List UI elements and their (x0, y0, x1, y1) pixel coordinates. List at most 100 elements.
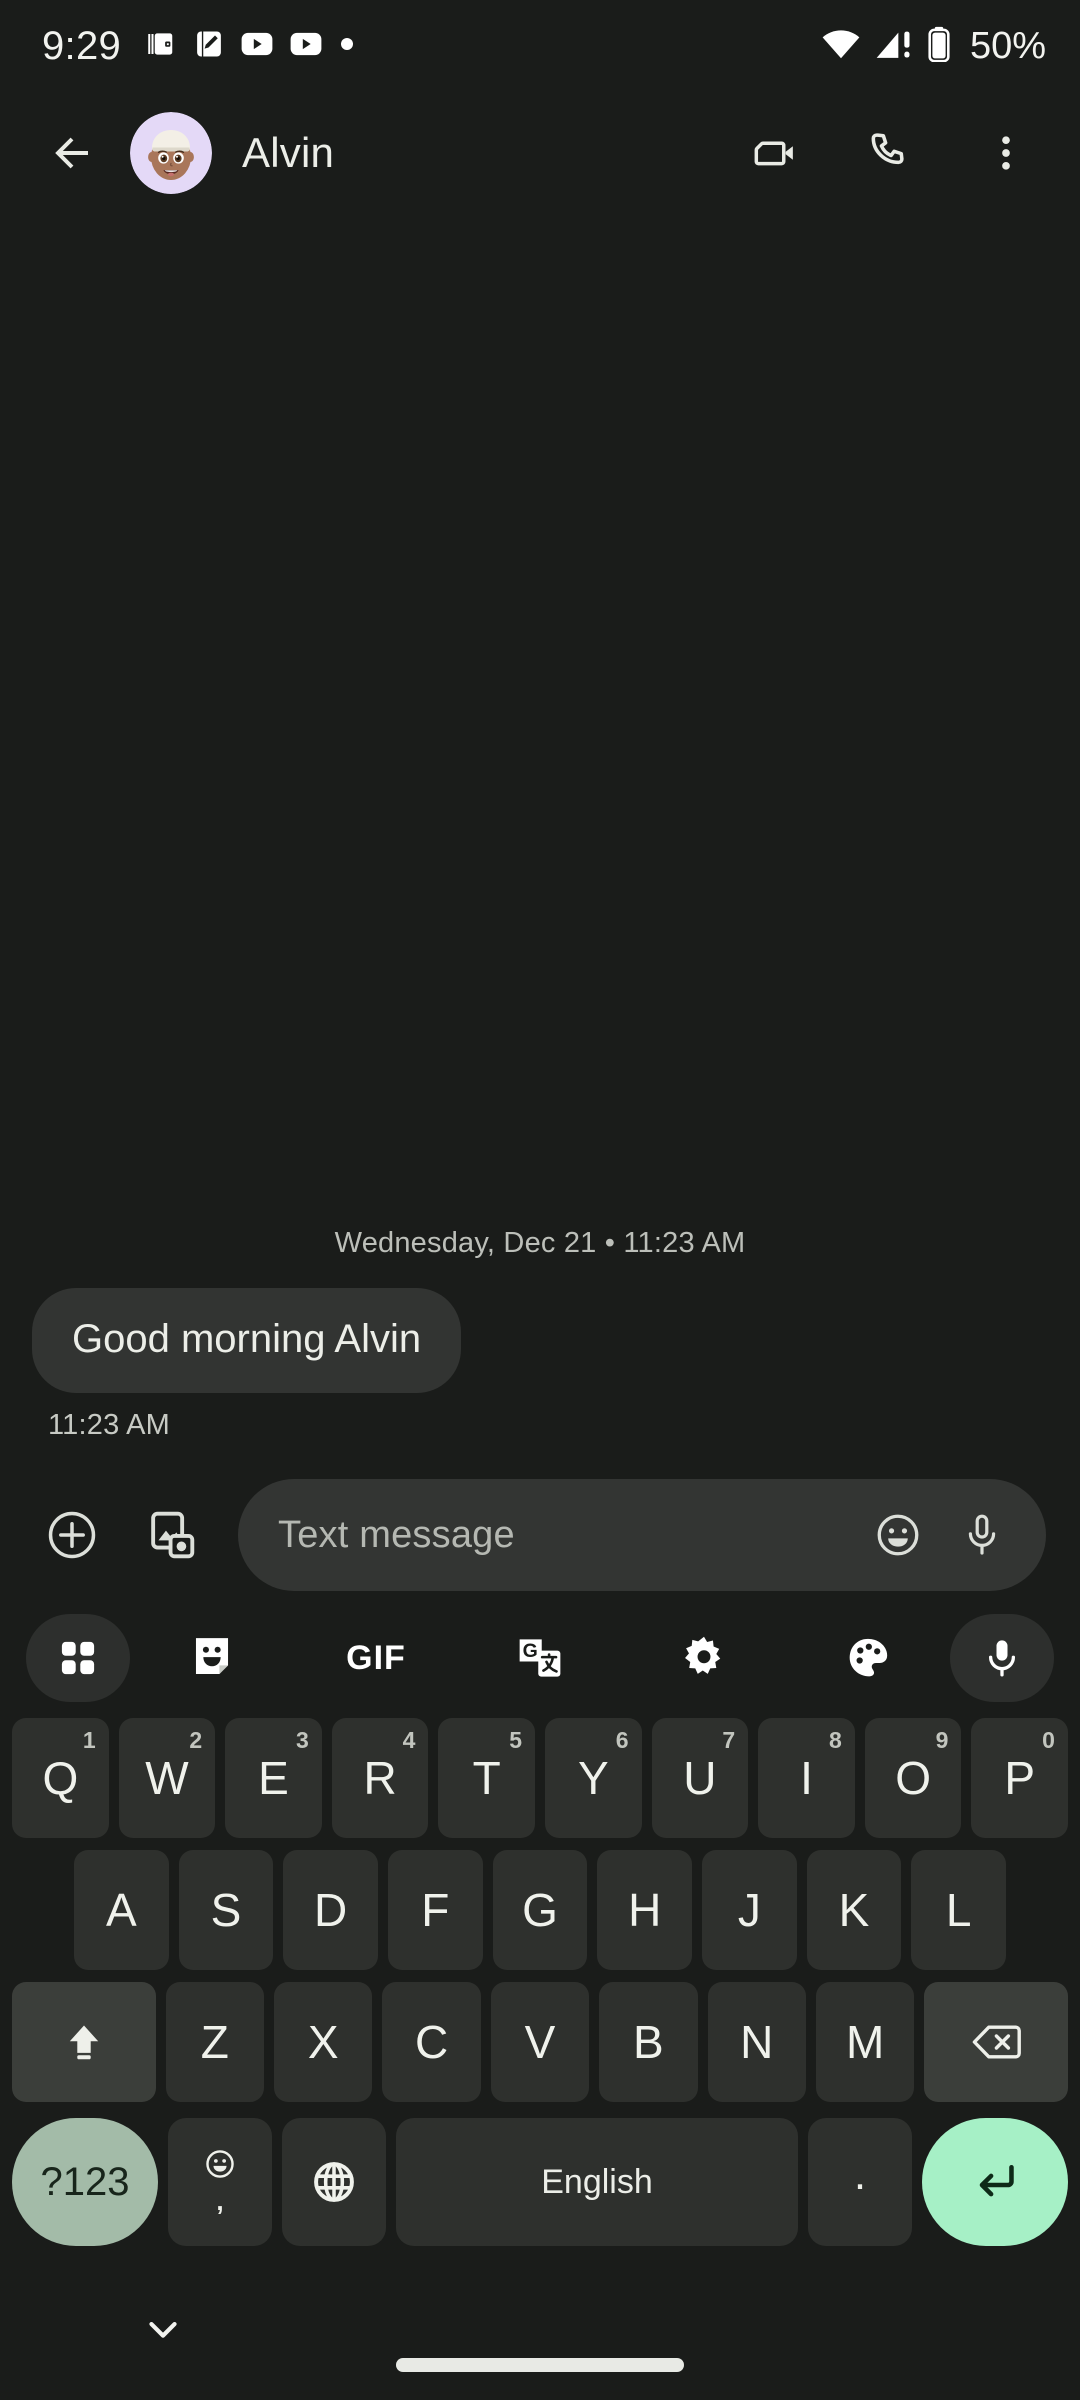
gallery-button[interactable] (124, 1487, 220, 1583)
period-key[interactable]: . (808, 2118, 912, 2246)
key-letter-label: U (683, 1752, 717, 1804)
home-gesture-pill[interactable] (396, 2358, 684, 2372)
key-b[interactable]: B (599, 1982, 698, 2102)
backspace-key[interactable] (924, 1982, 1069, 2102)
wifi-icon (820, 27, 862, 66)
emoji-smiley-icon (877, 1514, 919, 1556)
message-timestamp: 11:23 AM (48, 1409, 170, 1441)
key-x[interactable]: X (274, 1982, 373, 2102)
voice-call-button[interactable] (850, 113, 930, 193)
message-composer: Text message (0, 1466, 1080, 1604)
key-y[interactable]: 6 Y (545, 1718, 642, 1838)
key-p[interactable]: 0 P (971, 1718, 1068, 1838)
voice-input-button[interactable] (950, 1614, 1054, 1702)
phone-screen: 9:29 50% Alvin Wednesday, Dec 21 • 11:23… (0, 0, 1080, 2400)
shift-key[interactable] (12, 1982, 156, 2102)
key-l[interactable]: L (911, 1850, 1007, 1970)
key-j[interactable]: J (702, 1850, 797, 1970)
key-c[interactable]: C (382, 1982, 481, 2102)
emoji-button[interactable] (856, 1493, 940, 1577)
row2-left-spacer (12, 1850, 64, 1970)
on-screen-keyboard[interactable]: GIF G 1 Q 2 W 3 E 4 R 5 T 6 Y 7 U 8 I 9 … (0, 1604, 1080, 2260)
key-r[interactable]: 4 R (331, 1718, 429, 1838)
key-n[interactable]: N (707, 1982, 806, 2102)
battery-icon (926, 26, 952, 67)
attach-button[interactable] (24, 1487, 120, 1583)
key-letter-label: I (800, 1752, 813, 1804)
space-key[interactable]: English (396, 2118, 798, 2246)
video-camera-icon (754, 141, 793, 166)
apps-grid-button[interactable] (26, 1614, 130, 1702)
sticker-icon (195, 1638, 229, 1675)
key-z[interactable]: Z (165, 1982, 265, 2102)
keyboard-rows: 1 Q 2 W 3 E 4 R 5 T 6 Y 7 U 8 I 9 O 0 P … (0, 1712, 1080, 2254)
theme-button[interactable] (786, 1614, 950, 1702)
conversation-thread[interactable]: Wednesday, Dec 21 • 11:23 AM Good mornin… (0, 214, 1080, 1466)
avatar[interactable] (130, 112, 212, 194)
key-t[interactable]: 5 T (438, 1718, 535, 1838)
wallet-icon (147, 29, 177, 64)
back-button[interactable] (30, 111, 114, 195)
apps-grid-icon (61, 1641, 95, 1675)
key-w[interactable]: 2 W (118, 1718, 216, 1838)
key-k[interactable]: K (806, 1850, 902, 1970)
key-m[interactable]: M (815, 1982, 915, 2102)
key-number-label: 5 (509, 1727, 522, 1753)
key-number-label: 7 (722, 1727, 736, 1753)
plus-circle-icon (48, 1511, 96, 1559)
keyboard-row-2: A S D F G H J K L (6, 1844, 1074, 1976)
microphone-icon (968, 1514, 996, 1555)
key-letter-label: O (895, 1752, 931, 1804)
contact-avatar-image (130, 112, 212, 194)
symbols-key[interactable]: ?123 (12, 2118, 158, 2246)
app-bar-actions (734, 113, 1046, 193)
theme-palette-icon (849, 1638, 888, 1677)
emoji-smiley-icon (206, 2149, 234, 2178)
hide-keyboard-button[interactable] (128, 2295, 198, 2365)
translate-button[interactable]: G (458, 1614, 622, 1702)
notes-pencil-icon (194, 29, 224, 64)
key-u[interactable]: 7 U (651, 1718, 749, 1838)
settings-gear-icon (685, 1636, 721, 1674)
comma-emoji-key[interactable]: , (168, 2118, 272, 2246)
key-letter-label: R (363, 1752, 397, 1804)
key-a[interactable]: A (73, 1850, 169, 1970)
key-v[interactable]: V (490, 1982, 590, 2102)
language-switch-key[interactable] (282, 2118, 386, 2246)
key-o[interactable]: 9 O (864, 1718, 962, 1838)
video-call-button[interactable] (734, 113, 814, 193)
status-notification-icons (147, 29, 355, 64)
shift-up-arrow-icon (69, 2025, 98, 2060)
message-input-placeholder[interactable]: Text message (278, 1514, 856, 1557)
gif-button[interactable]: GIF (294, 1614, 458, 1702)
key-number-label: 8 (828, 1727, 842, 1753)
key-letter-label: W (145, 1752, 189, 1804)
status-bar-right: 50% (820, 26, 1046, 67)
keyboard-settings-button[interactable] (622, 1614, 786, 1702)
key-h[interactable]: H (597, 1850, 693, 1970)
status-clock: 9:29 (42, 24, 122, 68)
message-input-field[interactable]: Text message (238, 1479, 1046, 1591)
key-g[interactable]: G (492, 1850, 588, 1970)
status-bar-left: 9:29 (42, 26, 355, 66)
globe-language-icon (314, 2162, 354, 2202)
key-s[interactable]: S (178, 1850, 274, 1970)
app-bar: Alvin (0, 92, 1080, 214)
key-number-label: 9 (935, 1727, 949, 1753)
enter-key[interactable] (922, 2118, 1068, 2246)
translate-icon: G (519, 1639, 561, 1677)
key-q[interactable]: 1 Q (12, 1718, 109, 1838)
key-number-label: 6 (615, 1727, 629, 1753)
comma-label: , (216, 2185, 224, 2216)
key-f[interactable]: F (388, 1850, 483, 1970)
keyboard-row-3: Z X C V B N M (6, 1976, 1074, 2108)
overflow-menu-icon (1002, 136, 1010, 170)
key-d[interactable]: D (283, 1850, 378, 1970)
sticker-button[interactable] (130, 1614, 294, 1702)
voice-input-icon (988, 1640, 1016, 1677)
key-e[interactable]: 3 E (225, 1718, 322, 1838)
message-bubble[interactable]: Good morning Alvin (32, 1287, 462, 1393)
voice-message-button[interactable] (940, 1493, 1024, 1577)
key-i[interactable]: 8 I (758, 1718, 855, 1838)
more-options-button[interactable] (966, 113, 1046, 193)
